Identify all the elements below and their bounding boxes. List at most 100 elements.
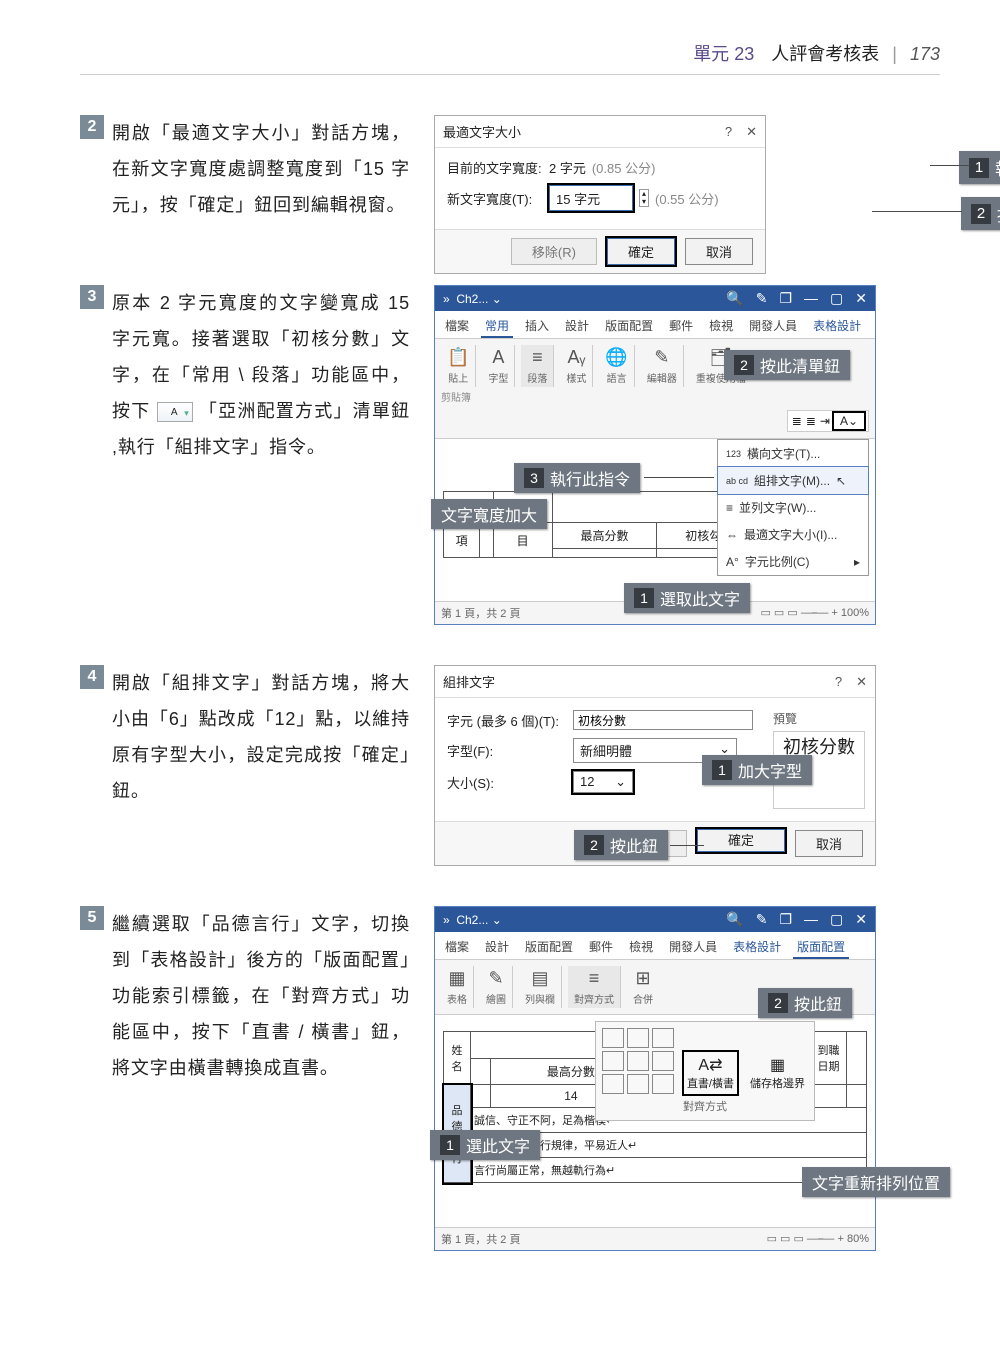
window-icon[interactable]: ❐: [779, 290, 792, 307]
close-icon[interactable]: ✕: [746, 124, 757, 140]
page-number: 173: [910, 44, 940, 64]
ann-text-width: 文字寬度加大: [431, 499, 547, 529]
unit-label: 單元 23: [693, 44, 754, 64]
spinner[interactable]: ▴▾: [639, 189, 649, 207]
remove-button[interactable]: 移除(R): [511, 238, 597, 265]
align-tr[interactable]: [652, 1028, 674, 1048]
search-icon[interactable]: 🔍: [726, 911, 743, 928]
tab-table-design[interactable]: 表格設計: [809, 315, 865, 338]
text-direction-button[interactable]: A⇄ 直書/橫書: [684, 1052, 737, 1094]
cell-name: 姓名: [444, 1032, 471, 1085]
group-clipboard[interactable]: 📋貼上: [441, 345, 476, 387]
tab-view[interactable]: 檢視: [705, 315, 737, 338]
close-icon[interactable]: ✕: [855, 290, 867, 307]
group-lang[interactable]: 🌐語言: [599, 345, 634, 387]
doc-name: Ch2...: [456, 292, 488, 306]
callout-1: 1選此文字: [430, 1130, 540, 1160]
menu-combine[interactable]: ab cd 組排文字(M)... ↖: [717, 466, 869, 495]
help-icon[interactable]: ?: [725, 124, 732, 140]
menu-scale[interactable]: A°字元比例(C)▸: [718, 548, 868, 575]
group-align[interactable]: ≡對齊方式: [568, 966, 621, 1008]
tab-table-layout[interactable]: 版面: [873, 315, 875, 338]
chars-input[interactable]: [573, 710, 753, 730]
align-gallery: A⇄ 直書/橫書 ▦ 儲存格邊界 對齊方式: [595, 1021, 815, 1121]
current-width-value: 2 字元: [549, 158, 586, 177]
status-zoom[interactable]: 100%: [841, 607, 869, 619]
cancel-button[interactable]: 取消: [795, 830, 863, 857]
tab-mail[interactable]: 郵件: [665, 315, 697, 338]
new-width-input[interactable]: 15 字元: [549, 185, 633, 211]
menu-parallel[interactable]: ≡並列文字(W)...: [718, 494, 868, 521]
callout-3: 文字重新排列位置: [802, 1167, 950, 1197]
tab-layout[interactable]: 版面配置: [601, 315, 657, 338]
align-mc[interactable]: [627, 1051, 649, 1071]
align-br[interactable]: [652, 1074, 674, 1094]
window-icon[interactable]: ❐: [779, 911, 792, 928]
tab-design[interactable]: 設計: [561, 315, 593, 338]
tab-view[interactable]: 檢視: [625, 936, 657, 959]
minimize-icon[interactable]: —: [804, 911, 818, 928]
step-number: 3: [80, 285, 104, 309]
close-icon[interactable]: ✕: [855, 911, 867, 928]
page-header: 單元 23 人評會考核表 | 173: [80, 40, 940, 75]
minimize-icon[interactable]: —: [804, 290, 818, 307]
callout-2: 2按此清單鈕: [724, 350, 850, 380]
align-bl[interactable]: [602, 1074, 624, 1094]
asian-layout-icon: A: [157, 402, 193, 422]
align-ml[interactable]: [602, 1051, 624, 1071]
group-editor[interactable]: ✎編輯器: [641, 345, 684, 387]
align-tl[interactable]: [602, 1028, 624, 1048]
tab-table-design[interactable]: 表格設計: [729, 936, 785, 959]
callout-1: 1選取此文字: [624, 583, 750, 613]
asian-layout-button[interactable]: A⌄: [834, 413, 864, 429]
group-table[interactable]: ▦表格: [441, 966, 474, 1008]
group-draw[interactable]: ✎繪圖: [480, 966, 513, 1008]
list-bullet-icon[interactable]: ≣: [792, 414, 802, 428]
group-rowcol[interactable]: ▤列與欄: [519, 966, 562, 1008]
menu-fit[interactable]: ⇔最適文字大小(I)...: [718, 521, 868, 548]
align-bc[interactable]: [627, 1074, 649, 1094]
maximize-icon[interactable]: ▢: [830, 911, 843, 928]
word-window: » Ch2... ⌄ 🔍 ✎ ❐ — ▢ ✕ 檔案 常用 插入 設計 版: [434, 285, 876, 625]
tab-home[interactable]: 常用: [481, 315, 513, 338]
menu-horizontal[interactable]: 123 橫向文字(T)...: [718, 440, 868, 467]
tab-file[interactable]: 檔案: [441, 936, 473, 959]
pen-icon[interactable]: ✎: [756, 911, 768, 928]
step-2: 2 開啟「最適文字大小」對話方塊，在新文字寬度處調整寬度到「15 字元」，按「確…: [80, 115, 940, 245]
align-mr[interactable]: [652, 1051, 674, 1071]
group-merge[interactable]: ⊞合併: [627, 966, 659, 1008]
tab-file[interactable]: 檔案: [441, 315, 473, 338]
current-width-label: 目前的文字寬度:: [447, 158, 543, 177]
cancel-button[interactable]: 取消: [685, 238, 753, 265]
callout-text: 執行此指令: [995, 155, 1000, 180]
list-num-icon[interactable]: ≣: [806, 414, 816, 428]
indent-icon[interactable]: ⇥: [820, 414, 830, 428]
close-icon[interactable]: ✕: [856, 674, 867, 690]
size-select[interactable]: 12⌄: [573, 771, 633, 793]
step-number: 2: [80, 115, 104, 139]
cell-arrive: 到職日期: [811, 1032, 846, 1085]
step-text: 開啟「組排文字」對話方塊，將大小由「6」點改成「12」點，以維持原有字型大小，設…: [112, 665, 410, 809]
group-style[interactable]: Aᵧ樣式: [560, 345, 593, 387]
tab-design[interactable]: 設計: [481, 936, 513, 959]
group-paragraph[interactable]: ≡段落: [521, 345, 554, 387]
tab-insert[interactable]: 插入: [521, 315, 553, 338]
align-tc[interactable]: [627, 1028, 649, 1048]
ok-button[interactable]: 確定: [607, 238, 675, 265]
pen-icon[interactable]: ✎: [756, 290, 768, 307]
cell-margin-button[interactable]: ▦ 儲存格邊界: [747, 1052, 808, 1094]
tab-table-layout[interactable]: 版面配置: [793, 936, 849, 959]
callout-2: 2按此鈕: [574, 830, 668, 860]
help-icon[interactable]: ?: [835, 674, 842, 690]
search-icon[interactable]: 🔍: [726, 290, 743, 307]
tab-dev[interactable]: 開發人員: [745, 315, 801, 338]
word-window: » Ch2... ⌄ 🔍 ✎ ❐ — ▢ ✕ 檔案 設計 版面配置 郵件: [434, 906, 876, 1251]
tab-dev[interactable]: 開發人員: [665, 936, 721, 959]
maximize-icon[interactable]: ▢: [830, 290, 843, 307]
group-font[interactable]: A字型: [482, 345, 515, 387]
ok-button[interactable]: 確定: [697, 829, 785, 852]
callout-1: 1 執行此指令: [959, 151, 1000, 184]
tab-mail[interactable]: 郵件: [585, 936, 617, 959]
tab-layout[interactable]: 版面配置: [521, 936, 577, 959]
status-zoom[interactable]: 80%: [847, 1233, 869, 1245]
